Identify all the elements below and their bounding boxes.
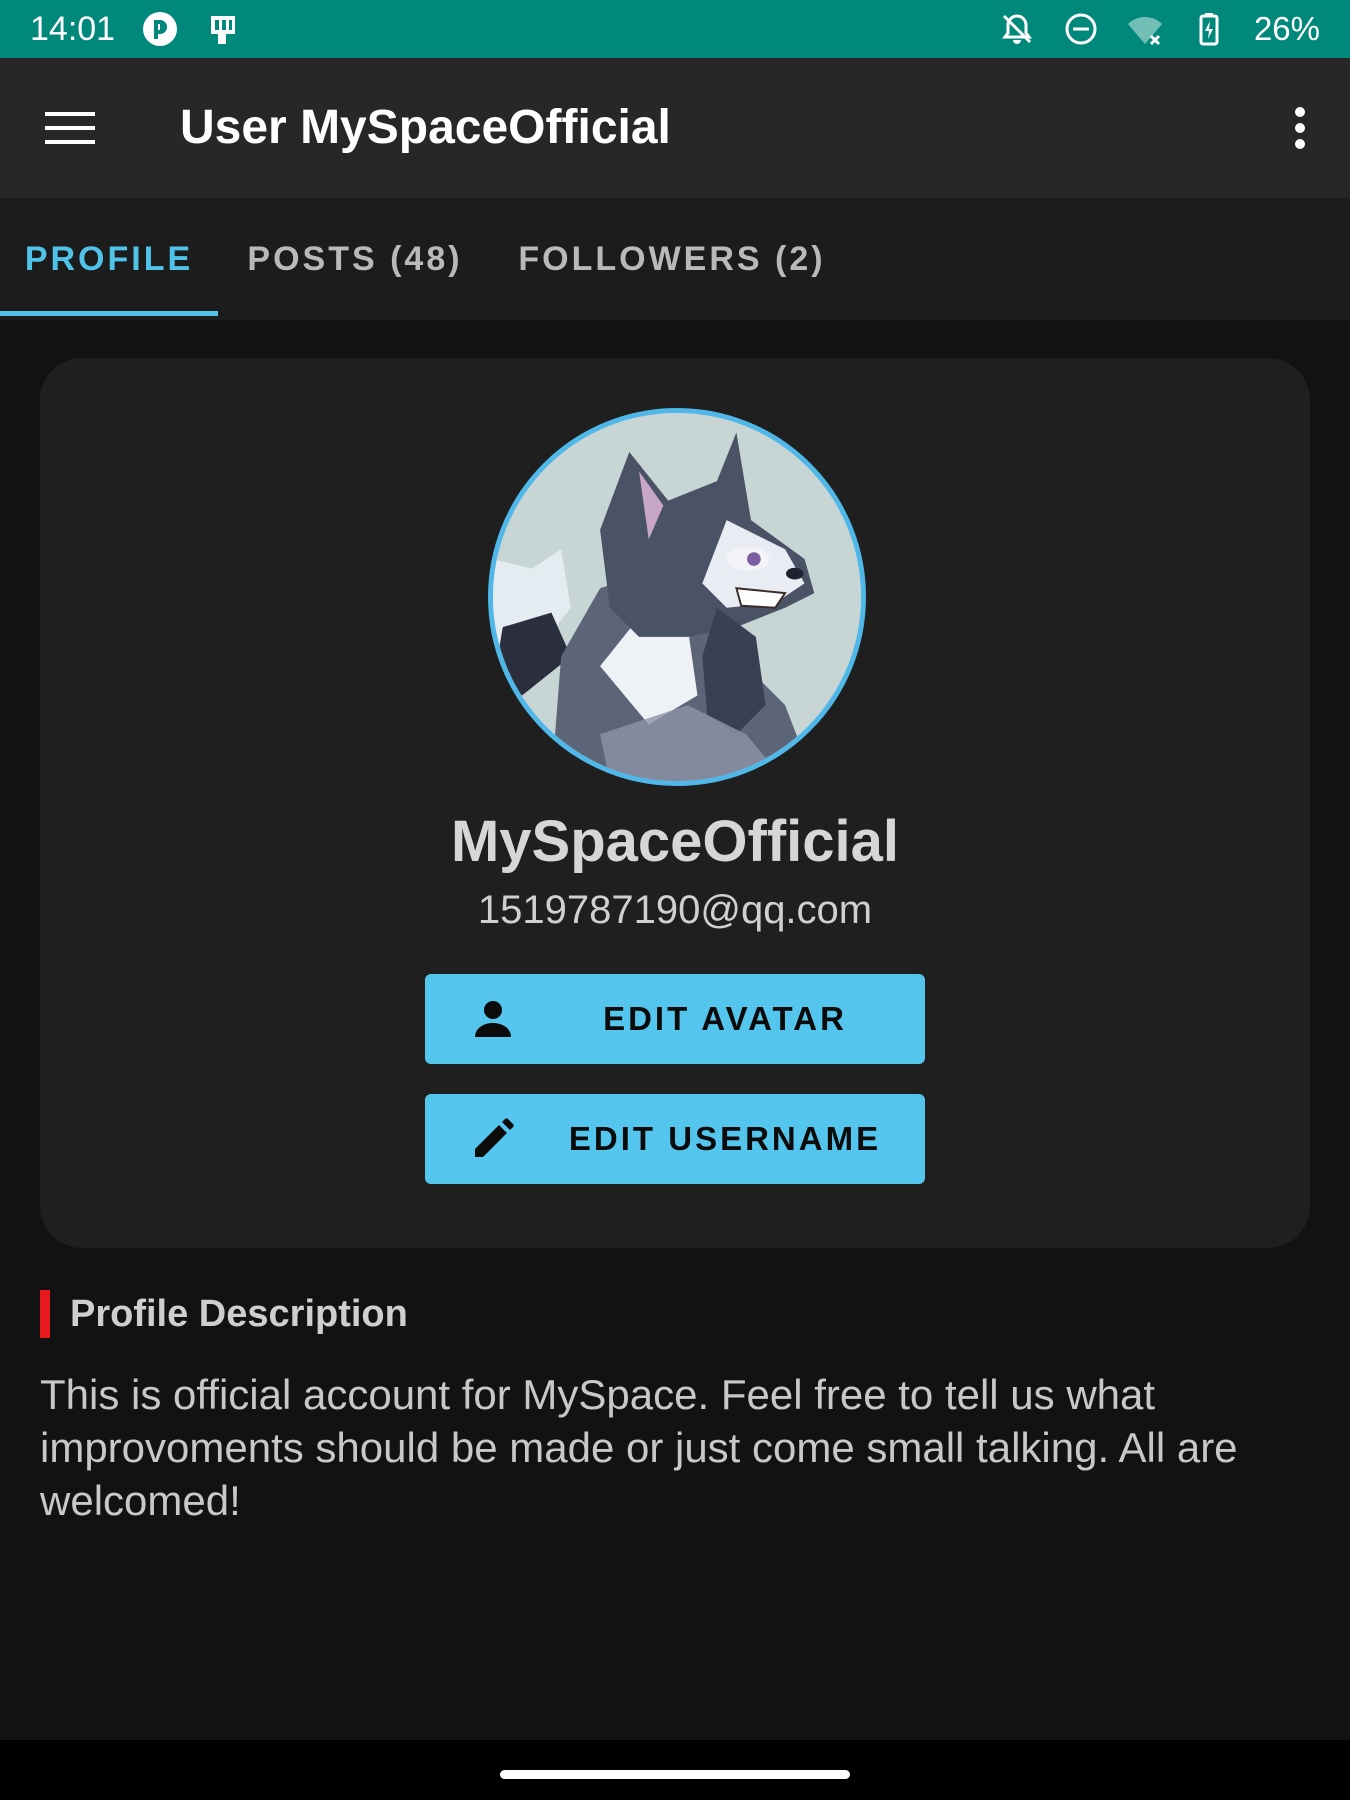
tab-followers[interactable]: FOLLOWERS (2): [492, 198, 852, 320]
profile-description-text: This is official account for MySpace. Fe…: [40, 1371, 1238, 1524]
page-title: User MySpaceOfficial: [180, 101, 671, 154]
status-time: 14:01: [30, 9, 116, 48]
status-bar: 14:01 26%: [0, 0, 1350, 58]
wolf-avatar-image: [493, 413, 861, 781]
hamburger-menu-icon[interactable]: [28, 94, 112, 162]
profile-username: MySpaceOfficial: [450, 809, 900, 874]
pencil-icon: [469, 1115, 517, 1163]
tab-profile[interactable]: PROFILE: [0, 198, 218, 320]
navigation-bar: [0, 1740, 1350, 1800]
tab-bar: PROFILE POSTS (48) FOLLOWERS (2): [0, 198, 1350, 320]
profile-description-heading: Profile Description: [40, 1290, 408, 1338]
notifications-off-icon: [998, 10, 1036, 48]
profile-card: MySpaceOfficial 1519787190@qq.com EDIT A…: [40, 358, 1310, 1248]
edit-username-label: EDIT USERNAME: [568, 1120, 882, 1157]
profile-description-title: Profile Description: [70, 1292, 408, 1335]
wifi-off-icon: [1126, 10, 1164, 48]
tab-posts[interactable]: POSTS (48): [218, 198, 492, 320]
avatar[interactable]: [488, 408, 866, 786]
more-vertical-icon[interactable]: [1270, 94, 1330, 162]
edit-avatar-button[interactable]: EDIT AVATAR: [425, 974, 925, 1064]
active-tab-indicator: [0, 311, 218, 316]
profile-email: 1519787190@qq.com: [477, 888, 873, 932]
battery-percentage: 26%: [1253, 10, 1320, 47]
battery-charging-icon: [1190, 10, 1228, 48]
app-bar: User MySpaceOfficial: [0, 58, 1350, 198]
person-icon: [469, 995, 517, 1043]
heading-accent-bar: [40, 1290, 50, 1338]
home-indicator[interactable]: [500, 1770, 850, 1779]
sim-card-icon: [205, 10, 243, 48]
do-not-disturb-icon: [1062, 10, 1100, 48]
edit-avatar-label: EDIT AVATAR: [603, 1000, 847, 1037]
edit-username-button[interactable]: EDIT USERNAME: [425, 1094, 925, 1184]
pocket-app-icon: [141, 10, 179, 48]
